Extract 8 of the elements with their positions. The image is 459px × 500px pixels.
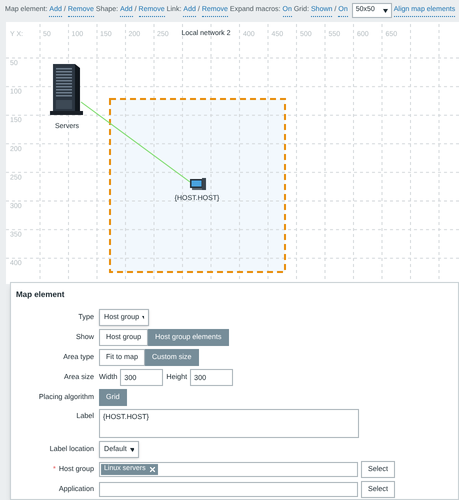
caret-icon: [142, 316, 144, 320]
caret-icon: [130, 448, 134, 452]
server-icon[interactable]: [50, 64, 83, 115]
close-icon[interactable]: [150, 467, 155, 472]
application-field[interactable]: [99, 482, 358, 497]
caret-icon: [382, 8, 388, 12]
computer-icon[interactable]: [190, 178, 206, 190]
panel-title: Map element: [16, 289, 66, 301]
